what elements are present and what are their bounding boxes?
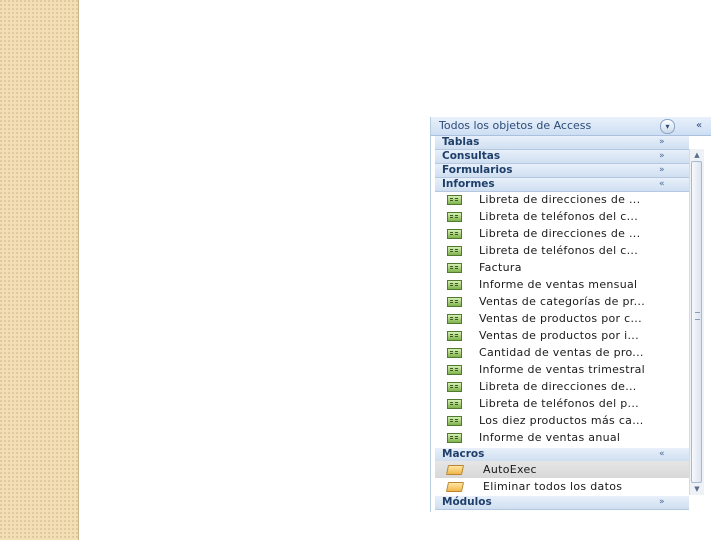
expand-chevron-icon[interactable]: » (659, 150, 665, 163)
nav-pane-menu-icon[interactable]: ▾ (660, 119, 675, 134)
group-macros[interactable]: Macros « (435, 448, 689, 462)
report-item[interactable]: Libreta de teléfonos del c... (435, 242, 689, 259)
macro-label: AutoExec (483, 463, 537, 476)
report-label: Libreta de teléfonos del c... (479, 210, 638, 223)
report-icon (447, 314, 462, 324)
report-icon (447, 195, 462, 205)
report-item[interactable]: Factura (435, 259, 689, 276)
report-icon (447, 297, 462, 307)
report-icon (447, 263, 462, 273)
report-label: Ventas de categorías de pr... (479, 295, 645, 308)
report-label: Factura (479, 261, 522, 274)
expand-chevron-icon[interactable]: » (659, 164, 665, 177)
macro-item[interactable]: Eliminar todos los datos (435, 478, 689, 495)
collapse-chevron-icon[interactable]: « (659, 178, 665, 191)
group-label: Tablas (442, 136, 480, 148)
report-icon (447, 229, 462, 239)
report-label: Informe de ventas trimestral (479, 363, 646, 376)
scrollbar-thumb[interactable] (691, 161, 702, 483)
group-informes[interactable]: Informes « (435, 178, 689, 192)
report-label: Cantidad de ventas de pro... (479, 346, 644, 359)
group-tablas[interactable]: Tablas » (435, 136, 689, 150)
report-icon (447, 433, 462, 443)
expand-chevron-icon[interactable]: » (659, 136, 665, 149)
report-item[interactable]: Ventas de productos por i... (435, 327, 689, 344)
vertical-scrollbar[interactable]: ▲ ▼ (689, 149, 704, 495)
report-label: Informe de ventas anual (479, 431, 621, 444)
report-item[interactable]: Libreta de teléfonos del c... (435, 208, 689, 225)
scrollbar-grip (695, 312, 700, 320)
report-label: Ventas de productos por i... (479, 329, 639, 342)
report-item[interactable]: Informe de ventas trimestral (435, 361, 689, 378)
navigation-pane: Todos los objetos de Access ▾ « Tablas »… (430, 117, 711, 512)
expand-chevron-icon[interactable]: » (659, 496, 665, 509)
report-icon (447, 416, 462, 426)
report-item[interactable]: Los diez productos más ca... (435, 412, 689, 429)
report-label: Informe de ventas mensual (479, 278, 638, 291)
report-item[interactable]: Informe de ventas mensual (435, 276, 689, 293)
report-icon (447, 382, 462, 392)
collapse-chevron-icon[interactable]: « (659, 448, 665, 461)
nav-pane-header[interactable]: Todos los objetos de Access ▾ « (431, 117, 711, 136)
report-item[interactable]: Libreta de direcciones de ... (435, 225, 689, 242)
report-item[interactable]: Ventas de categorías de pr... (435, 293, 689, 310)
nav-pane-title: Todos los objetos de Access (439, 119, 592, 132)
macro-icon (445, 465, 465, 475)
report-label: Ventas de productos por c... (479, 312, 642, 325)
report-label: Libreta de direcciones de ... (479, 227, 641, 240)
scroll-up-icon[interactable]: ▲ (690, 149, 704, 161)
report-icon (447, 246, 462, 256)
group-modulos[interactable]: Módulos » (435, 496, 689, 510)
report-label: Libreta de teléfonos del c... (479, 244, 638, 257)
report-icon (447, 365, 462, 375)
report-item[interactable]: Ventas de productos por c... (435, 310, 689, 327)
scroll-down-icon[interactable]: ▼ (690, 483, 704, 495)
decorative-side-strip (0, 0, 79, 540)
group-label: Consultas (442, 150, 501, 162)
report-label: Libreta de direcciones de ... (479, 193, 641, 206)
macro-icon (445, 482, 465, 492)
report-item[interactable]: Libreta de teléfonos del p... (435, 395, 689, 412)
group-label: Informes (442, 178, 495, 190)
shutter-bar-collapse-icon[interactable]: « (691, 119, 707, 132)
report-label: Libreta de direcciones de... (479, 380, 637, 393)
group-label: Módulos (442, 496, 492, 508)
report-icon (447, 348, 462, 358)
group-label: Formularios (442, 164, 513, 176)
report-label: Libreta de teléfonos del p... (479, 397, 639, 410)
report-icon (447, 399, 462, 409)
report-label: Los diez productos más ca... (479, 414, 644, 427)
report-icon (447, 212, 462, 222)
report-item[interactable]: Informe de ventas anual (435, 429, 689, 446)
report-icon (447, 280, 462, 290)
group-formularios[interactable]: Formularios » (435, 164, 689, 178)
report-icon (447, 331, 462, 341)
report-item[interactable]: Cantidad de ventas de pro... (435, 344, 689, 361)
macro-label: Eliminar todos los datos (483, 480, 623, 493)
group-consultas[interactable]: Consultas » (435, 150, 689, 164)
report-item[interactable]: Libreta de direcciones de... (435, 378, 689, 395)
macro-item-selected[interactable]: AutoExec (435, 461, 689, 478)
report-item[interactable]: Libreta de direcciones de ... (435, 191, 689, 208)
group-label: Macros (442, 448, 485, 460)
